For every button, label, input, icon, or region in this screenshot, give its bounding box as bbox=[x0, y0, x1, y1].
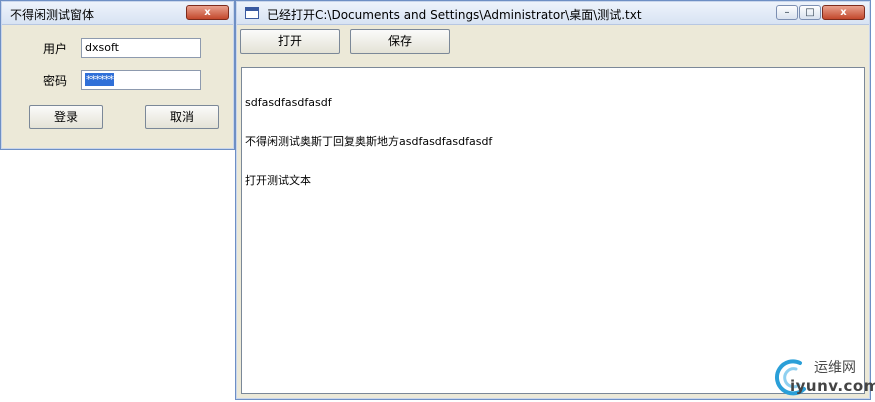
save-button-label: 保存 bbox=[387, 34, 412, 48]
login-close-button[interactable]: x bbox=[186, 5, 229, 20]
login-button-label: 登录 bbox=[53, 110, 78, 124]
login-button[interactable]: 登录 bbox=[29, 105, 103, 129]
editor-titlebar[interactable]: 已经打开C:\Documents and Settings\Administra… bbox=[237, 2, 869, 25]
watermark: 运维网 iyunv.com bbox=[770, 355, 875, 401]
user-label: 用户 bbox=[43, 42, 68, 56]
close-icon: x bbox=[840, 7, 847, 18]
login-window: 不得闲测试窗体 x 用户 dxsoft 密码 ****** 登录 取消 bbox=[0, 0, 235, 150]
cancel-button[interactable]: 取消 bbox=[145, 105, 219, 129]
watermark-cn: 运维网 bbox=[814, 360, 856, 376]
user-input-value: dxsoft bbox=[85, 41, 119, 54]
editor-close-button[interactable]: x bbox=[822, 5, 865, 20]
text-line: 不得闲测试奥斯丁回复奥斯地方asdfasdfasdfasdf bbox=[245, 135, 493, 148]
editor-window: 已经打开C:\Documents and Settings\Administra… bbox=[235, 0, 871, 400]
minimize-button[interactable]: – bbox=[776, 5, 798, 20]
login-titlebar[interactable]: 不得闲测试窗体 x bbox=[2, 2, 233, 25]
password-input-value: ****** bbox=[85, 73, 114, 86]
login-window-title: 不得闲测试窗体 bbox=[10, 8, 95, 22]
password-input[interactable]: ****** bbox=[81, 70, 201, 90]
open-button-label: 打开 bbox=[277, 34, 302, 48]
login-form: 用户 dxsoft 密码 ****** 登录 取消 bbox=[5, 25, 230, 145]
password-label: 密码 bbox=[43, 74, 68, 88]
app-window-icon bbox=[245, 7, 259, 19]
maximize-button[interactable]: □ bbox=[799, 5, 821, 20]
file-content-textarea[interactable]: sdfasdfasdfasdf 不得闲测试奥斯丁回复奥斯地方asdfasdfas… bbox=[241, 67, 865, 394]
text-line: sdfasdfasdfasdf bbox=[245, 96, 332, 109]
editor-window-title: 已经打开C:\Documents and Settings\Administra… bbox=[267, 8, 642, 22]
maximize-icon: □ bbox=[805, 7, 815, 18]
close-icon: x bbox=[204, 7, 211, 18]
cancel-button-label: 取消 bbox=[169, 110, 194, 124]
text-line: 打开测试文本 bbox=[245, 174, 311, 187]
open-button[interactable]: 打开 bbox=[240, 29, 340, 54]
save-button[interactable]: 保存 bbox=[350, 29, 450, 54]
minimize-icon: – bbox=[784, 7, 790, 18]
user-input[interactable]: dxsoft bbox=[81, 38, 201, 58]
editor-body: 打开 保存 sdfasdfasdfasdf 不得闲测试奥斯丁回复奥斯地方asdf… bbox=[240, 25, 866, 395]
watermark-en: iyunv.com bbox=[790, 377, 875, 395]
